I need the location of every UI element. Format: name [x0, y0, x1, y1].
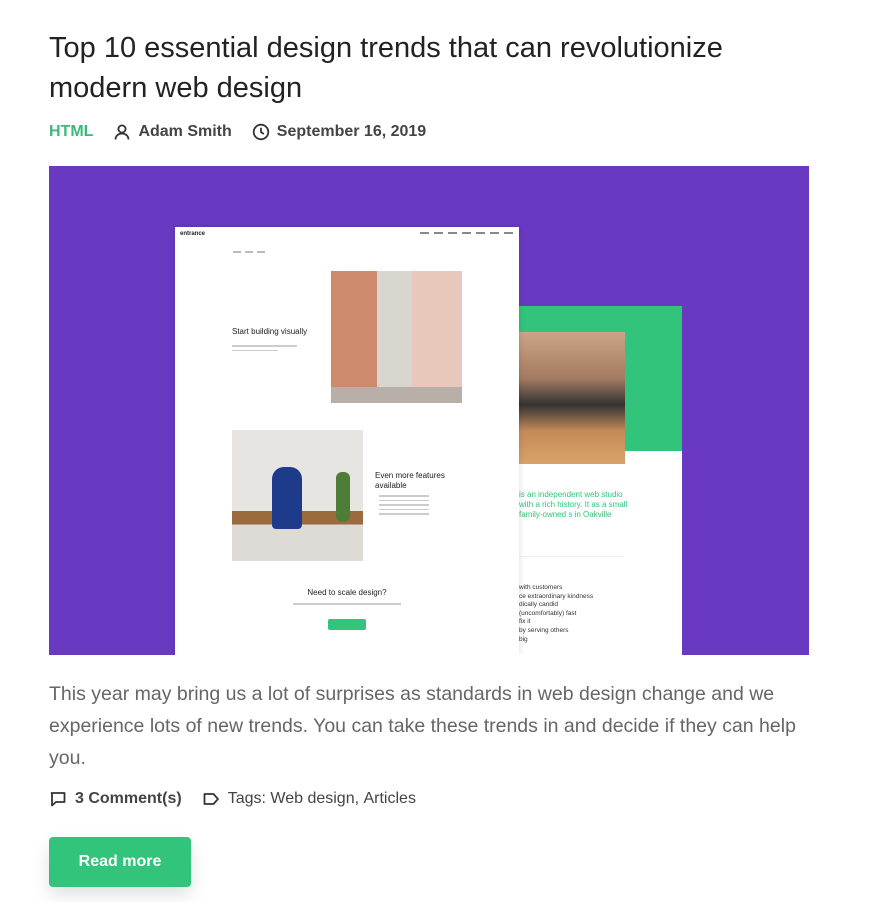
- mockup-heading-3: Need to scale design?: [307, 588, 387, 597]
- post-date: September 16, 2019: [252, 123, 426, 141]
- mockup-heading-1: Start building visually: [232, 327, 308, 336]
- mockup-values-list: with customers ce extraordinary kindness…: [519, 584, 629, 644]
- read-more-button[interactable]: Read more: [49, 837, 191, 887]
- comments-count: 3 Comment(s): [75, 790, 182, 807]
- mockup-list-item: dically candid: [519, 601, 559, 609]
- mockup-list-item: with customers: [519, 584, 563, 591]
- comments-link[interactable]: 3 Comment(s): [49, 790, 182, 808]
- author[interactable]: Adam Smith: [113, 123, 232, 141]
- post-footer-meta: 3 Comment(s) Tags: Web design, Articles: [49, 788, 436, 810]
- mockup-logo: entrance: [180, 231, 206, 237]
- tag-link-web-design[interactable]: Web design: [270, 790, 354, 808]
- tags: Tags: Web design, Articles: [202, 790, 416, 808]
- clock-icon: [252, 123, 269, 141]
- mockup-list-item: (uncomfortably) fast: [519, 609, 577, 617]
- mockup-nav: [420, 232, 513, 234]
- mockup-divider: [519, 556, 624, 557]
- mockup-green-text: is an independent web studio with a rich…: [519, 490, 628, 519]
- date-text: September 16, 2019: [276, 123, 427, 140]
- tag-icon: [203, 793, 219, 805]
- mockup-front-page: entrance ​ Start building visually Even …: [175, 227, 519, 655]
- mockup-photo-interior: [331, 271, 462, 403]
- tags-label: Tags:: [227, 790, 266, 807]
- post-excerpt: This year may bring us a lot of surprise…: [49, 683, 796, 769]
- featured-image[interactable]: is an independent web studio with a rich…: [49, 166, 809, 655]
- mockup-list-item: fix it: [519, 618, 531, 626]
- mockup-list-item: by serving others: [519, 626, 569, 634]
- mockup-heading-2: Even more features available: [375, 471, 445, 490]
- mockup-photo-floor: [331, 387, 462, 403]
- user-icon: [115, 124, 130, 140]
- mockup-cta-button: [328, 619, 366, 630]
- author-name: Adam Smith: [138, 123, 232, 140]
- mockup-person: [272, 467, 302, 529]
- post-meta: HTML Adam Smith September 16, 2019: [49, 121, 446, 143]
- mockup-list-item: ce extraordinary kindness: [519, 592, 594, 600]
- post-title[interactable]: Top 10 essential design trends that can …: [49, 28, 809, 108]
- tag-link-articles[interactable]: Articles: [363, 790, 415, 808]
- category-link[interactable]: HTML: [49, 123, 93, 141]
- mockup-text-lines: [232, 345, 297, 354]
- mockup-feature-list: [379, 495, 429, 518]
- mockup-subtext: [293, 603, 401, 608]
- mockup-breadcrumb: [233, 251, 265, 253]
- mockup-cactus: [336, 472, 350, 522]
- comment-icon: [50, 792, 66, 807]
- mockup-office-photo: [519, 332, 625, 464]
- mockup-list-item: big: [519, 635, 528, 643]
